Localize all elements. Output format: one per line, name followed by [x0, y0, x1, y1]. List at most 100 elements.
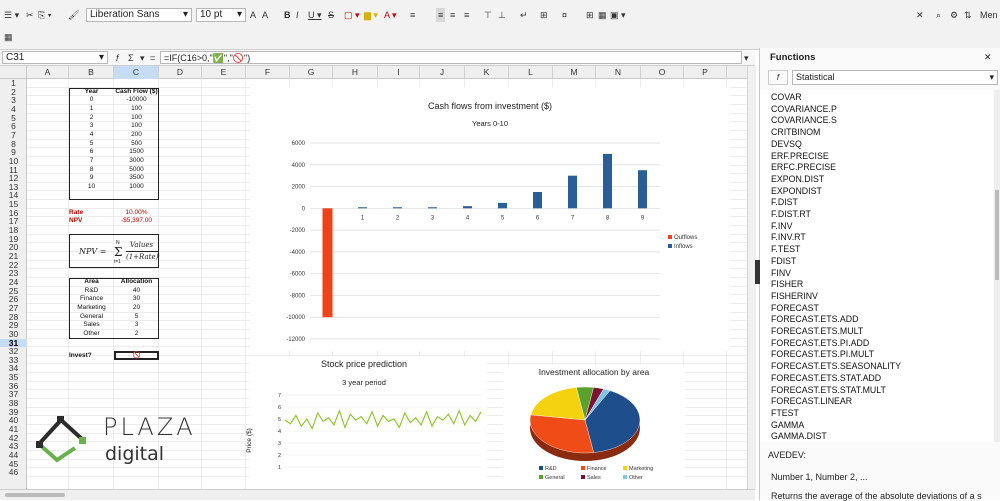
table-grid-icon[interactable]: ▦	[4, 30, 13, 44]
function-list-item[interactable]: COVAR	[771, 92, 802, 104]
sum-icon[interactable]: Σ	[128, 51, 134, 65]
sheet-grid[interactable]: Year Cash Flow ($) 0 -10000 1 100 2 100 3 100 4 2…	[27, 79, 747, 489]
horizontal-scrollbar[interactable]	[0, 489, 755, 500]
merge-cells-icon[interactable]: ⊞	[540, 8, 548, 22]
function-list-item[interactable]: COVARIANCE.S	[771, 115, 837, 127]
function-list[interactable]: COVAR COVARIANCE.P COVARIANCE.S CRITBINOM DE…	[760, 90, 993, 442]
function-list-item[interactable]: FISHER	[771, 279, 803, 291]
function-list-item[interactable]: F.INV.RT	[771, 232, 806, 244]
column-header-h[interactable]: H	[333, 66, 378, 79]
wrap-text-icon[interactable]: ↵	[520, 8, 528, 22]
cut-icon[interactable]: ✂	[26, 8, 34, 22]
allocation-chart[interactable]: Investment allocation by area R&D Finance…	[503, 364, 685, 489]
column-header-e[interactable]: E	[202, 66, 246, 79]
name-box[interactable]: C31 ▾	[2, 51, 108, 64]
column-header-o[interactable]: O	[641, 66, 684, 79]
function-list-item[interactable]: FINV	[771, 268, 791, 280]
sidebar-toggle-icon[interactable]: ⇅	[964, 8, 972, 22]
column-header-p[interactable]: P	[684, 66, 727, 79]
function-list-item[interactable]: GAMMA	[771, 420, 804, 432]
column-header-g[interactable]: G	[290, 66, 333, 79]
highlight-icon[interactable]: ▆ ▾	[364, 8, 378, 22]
function-list-item[interactable]: CRITBINOM	[771, 127, 820, 139]
font-size-select[interactable]: 10 pt ▾	[196, 8, 246, 22]
strikethrough-icon[interactable]: S	[328, 8, 334, 22]
style-menu-icon[interactable]: ☰ ▾	[4, 8, 19, 22]
function-list-item[interactable]: F.DIST	[771, 197, 798, 209]
align-middle-icon[interactable]: ⊥	[498, 8, 506, 22]
column-header-b[interactable]: B	[69, 66, 114, 79]
menu-button[interactable]: Men	[980, 8, 998, 22]
function-list-item[interactable]: FISHERINV	[771, 291, 818, 303]
function-list-item[interactable]: FORECAST.ETS.MULT	[771, 326, 863, 338]
borders-icon[interactable]: ▢ ▾	[344, 8, 360, 22]
column-header-n[interactable]: N	[596, 66, 641, 79]
function-list-item[interactable]: F.INV	[771, 221, 793, 233]
grow-font-icon[interactable]: A	[250, 8, 256, 22]
stock-chart[interactable]: Stock price prediction 3 year period Pri…	[246, 357, 487, 489]
column-header-i[interactable]: I	[378, 66, 420, 79]
row-header-46[interactable]: 46	[0, 468, 27, 477]
function-list-item[interactable]: F.TEST	[771, 244, 800, 256]
function-list-scrollbar[interactable]	[994, 90, 1000, 442]
function-list-item[interactable]: FTEST	[771, 408, 799, 420]
search-icon[interactable]: ⌕	[936, 8, 941, 22]
function-list-item[interactable]: FORECAST.ETS.PI.ADD	[771, 338, 869, 350]
copy-icon[interactable]: ⎘ ▾	[38, 8, 51, 22]
chevron-down-icon[interactable]: ▾	[140, 51, 145, 65]
column-header-k[interactable]: K	[465, 66, 509, 79]
column-header-d[interactable]: D	[159, 66, 202, 79]
settings-icon[interactable]: ⚙	[950, 8, 958, 22]
insert-chart-icon[interactable]: ▦	[598, 8, 607, 22]
align-center-icon[interactable]: ≡	[436, 8, 446, 22]
insert-table-icon[interactable]: ⊞	[586, 8, 594, 22]
close-icon[interactable]: ✕	[984, 52, 992, 63]
function-list-item[interactable]: FORECAST.LINEAR	[771, 396, 852, 408]
column-header-j[interactable]: J	[420, 66, 465, 79]
bold-icon[interactable]: B	[284, 8, 291, 22]
function-list-item[interactable]: FORECAST	[771, 303, 819, 315]
function-list-item[interactable]: ERF.PRECISE	[771, 151, 829, 163]
function-list-item[interactable]: FORECAST.ETS.SEASONALITY	[771, 361, 901, 373]
column-header-m[interactable]: M	[553, 66, 596, 79]
formula-input[interactable]: =IF(C16>0,"✅","🚫")	[160, 51, 742, 64]
clone-format-icon[interactable]: 🖌	[68, 8, 79, 22]
font-color-icon[interactable]: A ▾	[384, 8, 397, 22]
function-list-item[interactable]: FDIST	[771, 256, 796, 268]
function-list-item[interactable]: FORECAST.ETS.STAT.ADD	[771, 373, 881, 385]
scroll-thumb[interactable]	[995, 190, 999, 280]
column-header-f[interactable]: F	[246, 66, 290, 79]
close-doc-icon[interactable]: ✕	[916, 8, 924, 22]
column-header-a[interactable]: A	[27, 66, 69, 79]
justify-icon[interactable]: ≡	[464, 8, 469, 22]
font-name-select[interactable]: Liberation Sans ▾	[86, 8, 192, 22]
function-list-item[interactable]: COVARIANCE.P	[771, 104, 837, 116]
function-list-item[interactable]: FORECAST.ETS.STAT.MULT	[771, 385, 886, 397]
align-left-icon[interactable]: ≡	[410, 8, 415, 22]
category-select[interactable]: Statistical ▾	[792, 70, 998, 85]
function-wizard-icon[interactable]: f	[116, 51, 119, 65]
column-header-l[interactable]: L	[509, 66, 553, 79]
function-list-item[interactable]: GAMMA.DIST	[771, 431, 827, 442]
insert-function-button[interactable]: f	[768, 70, 788, 85]
align-right-icon[interactable]: ≡	[450, 8, 455, 22]
expand-formula-icon[interactable]: ▾	[744, 51, 749, 65]
align-top-icon[interactable]: ⊤	[484, 8, 492, 22]
function-list-item[interactable]: EXPON.DIST	[771, 174, 824, 186]
number-format-icon[interactable]: ¤	[562, 8, 567, 22]
function-list-item[interactable]: FORECAST.ETS.ADD	[771, 314, 859, 326]
underline-icon[interactable]: U ▾	[308, 8, 322, 22]
function-list-item[interactable]: ERFC.PRECISE	[771, 162, 836, 174]
cashflow-chart[interactable]: Cash flows from investment ($) Years 0-1…	[250, 87, 730, 351]
shrink-font-icon[interactable]: A	[262, 8, 268, 22]
scroll-thumb[interactable]	[5, 493, 65, 497]
italic-icon[interactable]: I	[296, 8, 299, 22]
sidebar-collapse-handle[interactable]	[755, 260, 760, 284]
function-list-item[interactable]: DEVSQ	[771, 139, 802, 151]
equals-icon[interactable]: =	[150, 51, 155, 65]
function-list-item[interactable]: FORECAST.ETS.PI.MULT	[771, 349, 874, 361]
function-list-item[interactable]: F.DIST.RT	[771, 209, 811, 221]
function-list-item[interactable]: EXPONDIST	[771, 186, 822, 198]
column-header-c[interactable]: C	[114, 66, 159, 79]
insert-image-icon[interactable]: ▣ ▾	[610, 8, 626, 22]
